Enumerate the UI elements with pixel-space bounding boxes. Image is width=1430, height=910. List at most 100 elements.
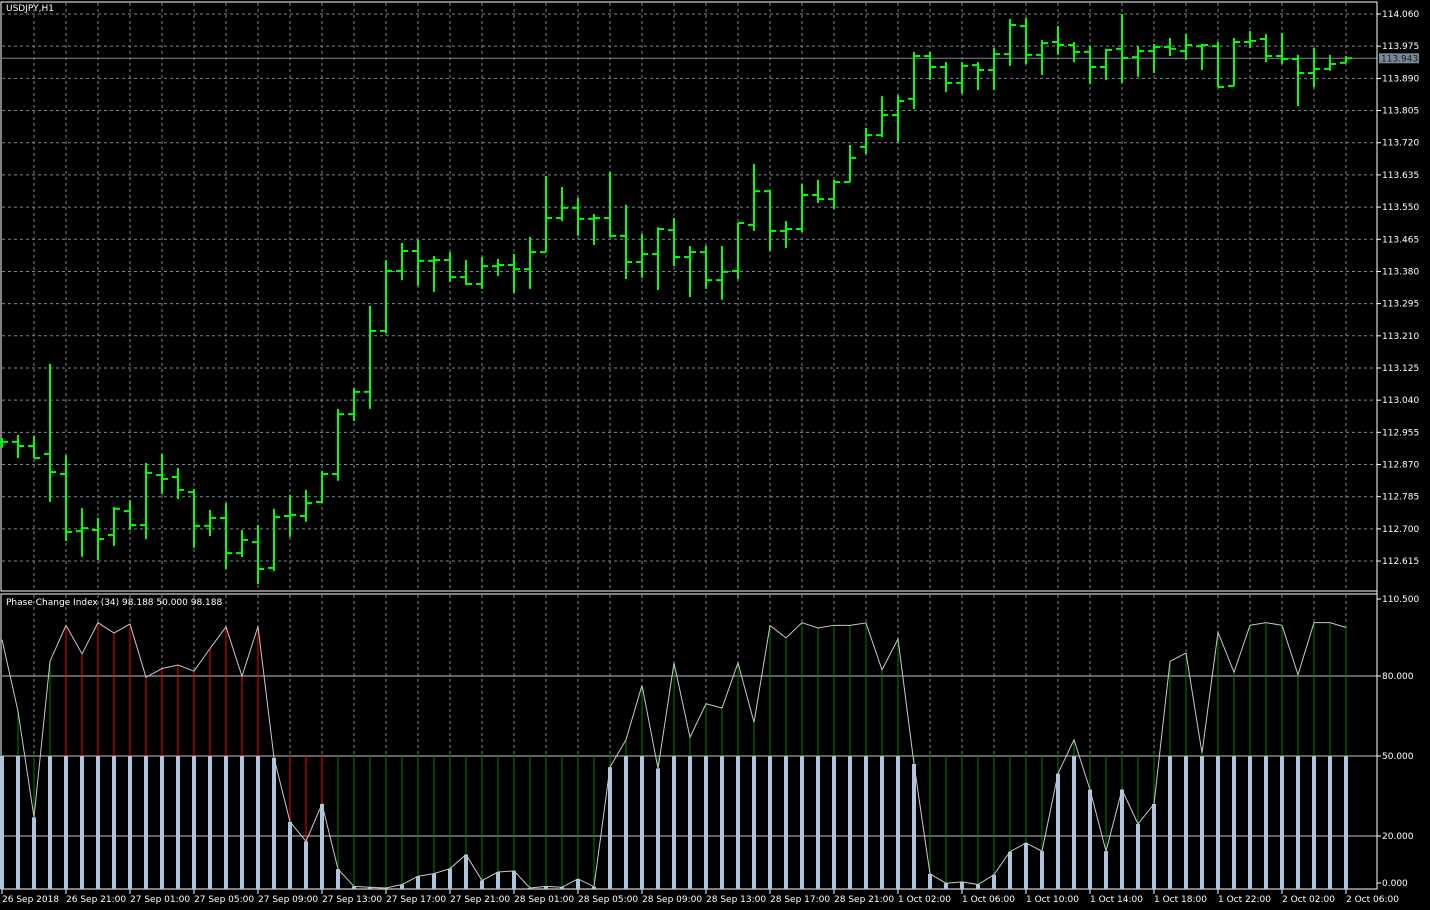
ohlc-bar	[764, 190, 776, 251]
pci-base-bar	[800, 756, 804, 889]
ohlc-bar	[524, 236, 536, 289]
ohlc-bar	[860, 127, 872, 155]
price-axis-label: 113.550	[1382, 203, 1419, 213]
time-axis-label: 28 Sep 05:00	[578, 895, 638, 905]
pci-base-bar	[1296, 756, 1300, 889]
ohlc-bar	[284, 494, 296, 537]
ohlc-bar	[1004, 18, 1016, 66]
pci-base-bar	[816, 756, 820, 889]
pci-base-bar	[176, 756, 180, 889]
ohlc-bar	[428, 255, 440, 292]
price-axis-label: 113.295	[1382, 300, 1419, 310]
price-axis-label: 112.955	[1382, 428, 1419, 438]
price-axis-label: 112.700	[1382, 525, 1419, 535]
ohlc-bar	[28, 436, 40, 460]
ohlc-bar	[268, 508, 280, 571]
ohlc-bar	[940, 62, 952, 92]
time-axis-label: 27 Sep 21:00	[450, 895, 510, 905]
ohlc-bar	[364, 305, 376, 409]
pci-base-bar	[752, 756, 756, 889]
pci-base-bar	[320, 804, 324, 889]
price-axis-label: 112.785	[1382, 493, 1419, 503]
pci-base-bar	[848, 756, 852, 889]
chart-window[interactable]: 114.060 113.975 113.890 113.805 113.720 113.6…	[0, 0, 1430, 910]
ohlc-bar	[1164, 37, 1176, 57]
pci-base-bar	[864, 756, 868, 889]
pci-base-bar	[448, 868, 452, 889]
pci-base-bar	[832, 756, 836, 889]
ohlc-bar	[1052, 26, 1064, 55]
time-axis-label: 2 Oct 06:00	[1346, 895, 1399, 905]
pci-base-bar	[1248, 756, 1252, 889]
ohlc-bar	[812, 179, 824, 203]
pci-base-bar	[976, 884, 980, 889]
pci-base-bar	[1056, 773, 1060, 889]
ohlc-bar	[236, 530, 248, 557]
pci-base-bar	[688, 756, 692, 889]
ohlc-bar	[1276, 32, 1288, 64]
ohlc-bar	[1132, 46, 1144, 77]
pci-base-bar	[1312, 756, 1316, 889]
ohlc-bar	[316, 470, 328, 504]
pci-base-bar	[32, 817, 36, 889]
price-axis-label: 113.465	[1382, 235, 1419, 245]
ohlc-bar	[396, 243, 408, 281]
pci-base-bar	[928, 873, 932, 889]
pci-base-bar	[720, 756, 724, 889]
ohlc-bar	[332, 408, 344, 481]
pci-base-bar	[256, 756, 260, 889]
pci-base-bar	[1136, 824, 1140, 889]
ohlc-bar	[156, 453, 168, 495]
ohlc-bar	[252, 525, 264, 585]
ohlc-bar	[140, 463, 152, 540]
time-axis-label: 28 Sep 13:00	[706, 895, 766, 905]
pci-base-bar	[576, 878, 580, 889]
price-axis-label: 113.210	[1382, 332, 1419, 342]
pci-base-bar	[1024, 842, 1028, 889]
pci-base-bar	[416, 876, 420, 889]
pci-base-bar	[480, 880, 484, 889]
pci-base-bar	[272, 757, 276, 889]
ohlc-bar	[1340, 56, 1352, 64]
ohlc-bar	[1116, 14, 1128, 83]
time-axis-label: 26 Sep 21:00	[66, 895, 126, 905]
ohlc-bar	[780, 221, 792, 248]
pci-base-bar	[768, 756, 772, 889]
ohlc-bar	[844, 144, 856, 184]
ohlc-bar	[748, 163, 760, 231]
price-axis-label: 112.870	[1382, 461, 1419, 471]
ohlc-bar	[92, 517, 104, 560]
time-axis-label: 26 Sep 2018	[2, 895, 59, 905]
price-axis-label: 113.040	[1382, 396, 1419, 406]
chart-symbol-title: USDJPY,H1	[6, 4, 54, 14]
pci-base-bar	[160, 756, 164, 889]
time-axis-label: 27 Sep 09:00	[258, 895, 318, 905]
pci-base-bar	[960, 881, 964, 889]
ohlc-bar	[204, 509, 216, 537]
time-axis-label: 27 Sep 17:00	[386, 895, 446, 905]
ohlc-bar	[412, 240, 424, 286]
pci-base-bar	[192, 756, 196, 889]
pci-base-bar	[1104, 851, 1108, 889]
ohlc-bar	[1068, 42, 1080, 63]
pci-base-bar	[112, 756, 116, 889]
ohlc-bar	[988, 48, 1000, 91]
time-axis-label: 28 Sep 09:00	[642, 895, 702, 905]
price-axis-label: 113.635	[1382, 171, 1419, 181]
ohlc-bar	[1308, 48, 1320, 88]
ohlc-bar	[444, 252, 456, 283]
ohlc-bar	[908, 51, 920, 110]
ohlc-bar	[476, 257, 488, 289]
ohlc-bar	[924, 51, 936, 80]
pci-base-bar	[1328, 756, 1332, 889]
time-axis-label: 1 Oct 14:00	[1090, 895, 1143, 905]
pci-base-bar	[496, 872, 500, 889]
ohlc-bar	[76, 508, 88, 557]
ohlc-bar	[1100, 48, 1112, 80]
ohlc-bar	[572, 197, 584, 236]
pci-base-bar	[16, 756, 20, 889]
pci-base-bar	[736, 756, 740, 889]
pci-base-bar	[64, 756, 68, 889]
pci-base-bar	[1280, 756, 1284, 889]
pci-base-bar	[704, 756, 708, 889]
